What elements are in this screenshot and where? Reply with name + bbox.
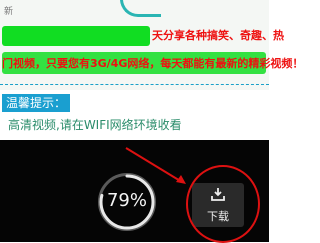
notice-box: 新 天分享各种搞笑、奇趣、热 门视频，只要您有3G/4G网络，每天都能有最新的精…: [0, 0, 303, 90]
highlight-bar: [2, 26, 150, 46]
notice-line-1-text: 天分享各种搞笑、奇趣、热: [152, 29, 284, 42]
tip-text: 高清视频,请在WIFI网络环境收看: [8, 118, 182, 132]
notice-top-text: 新: [4, 7, 14, 17]
annotation-circle: [186, 165, 260, 243]
divider: [0, 84, 269, 85]
progress-text: 79%: [106, 190, 147, 211]
notice-line-2-text: 门视频，只要您有3G/4G网络，每天都能有最新的精彩视频！: [2, 57, 304, 70]
scribble-mark: [120, 0, 161, 17]
tip-label: 温馨提示：: [2, 94, 71, 112]
notice-line-1: 天分享各种搞笑、奇趣、热: [2, 24, 284, 48]
notice-line-2: 门视频，只要您有3G/4G网络，每天都能有最新的精彩视频！: [2, 50, 303, 74]
progress-ring: 79%: [98, 173, 156, 231]
